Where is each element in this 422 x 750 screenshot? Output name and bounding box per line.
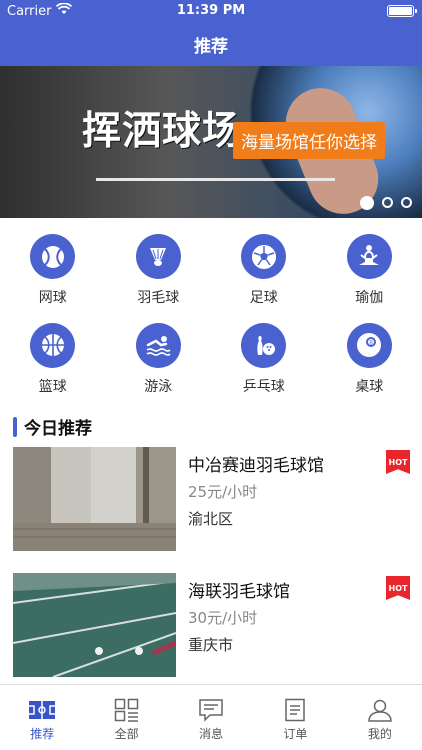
banner-title: 挥洒球场 [82, 109, 243, 154]
tab-recommend[interactable]: 推荐 [0, 685, 84, 750]
category-yoga[interactable]: 瑜伽 [317, 228, 422, 317]
court-icon [28, 698, 56, 722]
billiard-ball-icon: 8 [346, 322, 392, 368]
swimming-icon [135, 322, 181, 368]
venue-card[interactable]: 海联羽毛球馆 30元/小时 重庆市 HOT [13, 573, 413, 677]
navigation-bar: 推荐 [0, 22, 422, 66]
category-billiards[interactable]: 8 桌球 [317, 317, 422, 406]
category-label: 足球 [249, 290, 278, 306]
category-tabletennis[interactable]: 乒乓球 [211, 317, 317, 406]
tab-messages[interactable]: 消息 [169, 685, 253, 750]
shuttlecock-icon [135, 234, 181, 279]
tab-bar: 推荐 全部 消息 订单 我的 [0, 684, 422, 750]
category-label: 瑜伽 [355, 290, 384, 306]
tab-profile[interactable]: 我的 [338, 685, 422, 750]
bowling-icon [241, 322, 287, 368]
tab-label: 推荐 [30, 726, 55, 741]
tab-label: 消息 [199, 726, 224, 741]
banner-dot[interactable] [401, 197, 412, 208]
page-title: 推荐 [194, 36, 228, 57]
category-tennis[interactable]: 网球 [0, 228, 106, 317]
section-header: 今日推荐 [13, 414, 92, 439]
banner-pagination [360, 196, 412, 210]
category-label: 乒乓球 [242, 378, 285, 395]
banner-tagline: 海量场馆任你选择 [233, 122, 385, 159]
venue-price: 25元/小时 [188, 483, 258, 501]
section-title: 今日推荐 [24, 419, 92, 439]
battery-icon [387, 5, 417, 17]
status-bar: Carrier 11:39 PM [0, 0, 422, 22]
venue-thumbnail[interactable] [13, 447, 176, 551]
status-time: 11:39 PM [176, 3, 246, 18]
venue-name: 中冶赛迪羽毛球馆 [188, 456, 324, 476]
tennis-ball-icon [30, 234, 76, 279]
grid-list-icon [113, 698, 141, 722]
message-icon [197, 698, 225, 722]
category-grid: 网球 羽毛球 足球 瑜伽 篮球 游泳 乒乓球 8 桌球 [0, 228, 422, 405]
banner-underline [96, 178, 335, 181]
category-swimming[interactable]: 游泳 [106, 317, 212, 406]
category-label: 羽毛球 [137, 290, 180, 306]
banner-dot[interactable] [382, 197, 393, 208]
banner-dot-active[interactable] [360, 196, 374, 210]
tab-label: 我的 [367, 726, 392, 741]
category-basketball[interactable]: 篮球 [0, 317, 106, 406]
category-soccer[interactable]: 足球 [211, 228, 317, 317]
basketball-icon [30, 322, 76, 368]
venue-district: 重庆市 [188, 636, 234, 654]
hot-badge: HOT [386, 576, 410, 600]
venue-card[interactable]: 中冶赛迪羽毛球馆 25元/小时 渝北区 HOT [13, 447, 413, 551]
tab-label: 订单 [283, 726, 308, 741]
app-screen: Carrier 11:39 PM 推荐 挥洒球场 海量场馆任你选择 网球 羽毛球 [0, 0, 422, 750]
category-badminton[interactable]: 羽毛球 [106, 228, 212, 317]
promo-banner[interactable]: 挥洒球场 海量场馆任你选择 [0, 66, 422, 218]
category-label: 篮球 [38, 378, 67, 395]
tab-orders[interactable]: 订单 [253, 685, 337, 750]
hot-badge: HOT [386, 450, 410, 474]
category-label: 桌球 [355, 378, 384, 395]
tab-label: 全部 [114, 726, 139, 741]
venue-price: 30元/小时 [188, 609, 258, 627]
section-accent-bar [13, 416, 17, 437]
order-icon [281, 698, 309, 722]
tab-all[interactable]: 全部 [84, 685, 168, 750]
category-label: 网球 [38, 290, 67, 306]
venue-district: 渝北区 [188, 510, 234, 528]
yoga-icon [346, 234, 392, 279]
venue-name: 海联羽毛球馆 [188, 582, 290, 602]
venue-thumbnail[interactable] [13, 573, 176, 677]
user-icon [366, 698, 394, 722]
category-label: 游泳 [144, 378, 173, 395]
soccer-ball-icon [241, 234, 287, 279]
